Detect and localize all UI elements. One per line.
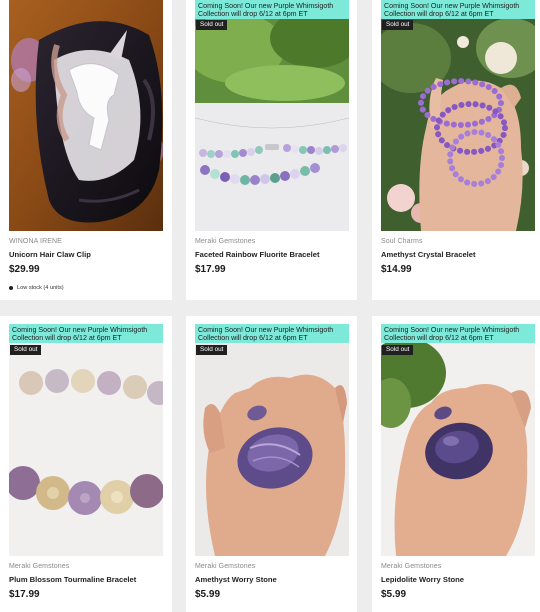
claw-clip-photo — [9, 0, 163, 231]
sold-out-badge: Sold out — [382, 20, 414, 30]
sold-out-badge: Sold out — [10, 345, 42, 355]
product-price: $17.99 — [195, 264, 226, 275]
product-card[interactable]: Coming Soon! Our new Purple Whimsigoth C… — [0, 316, 172, 612]
stock-label: Low stock (4 units) — [17, 285, 64, 291]
product-card[interactable]: Coming Soon! Our new Purple Whimsigoth C… — [372, 0, 540, 300]
product-title[interactable]: Faceted Rainbow Fluorite Bracelet — [195, 250, 319, 259]
product-vendor: Soul Charms — [381, 238, 423, 245]
product-price: $5.99 — [195, 589, 221, 600]
product-image[interactable]: Sold out — [9, 343, 163, 556]
product-price: $17.99 — [9, 589, 40, 600]
product-vendor: Meraki Gemstones — [9, 563, 70, 570]
sold-out-badge: Sold out — [382, 345, 414, 355]
promo-banner: Coming Soon! Our new Purple Whimsigoth C… — [381, 0, 535, 20]
product-image[interactable]: Sold out — [195, 343, 349, 556]
amethyst-stone-photo — [195, 343, 349, 556]
tourmaline-bracelet-photo — [9, 343, 163, 556]
amethyst-bracelet-photo — [381, 18, 535, 231]
sold-out-badge: Sold out — [196, 345, 228, 355]
product-image[interactable]: Sold out — [381, 343, 535, 556]
product-title[interactable]: Plum Blossom Tourmaline Bracelet — [9, 575, 136, 584]
product-title[interactable]: Lepidolite Worry Stone — [381, 575, 464, 584]
product-vendor: Meraki Gemstones — [381, 563, 442, 570]
product-vendor: Meraki Gemstones — [195, 563, 256, 570]
lepidolite-stone-photo — [381, 343, 535, 556]
product-vendor: WINONA IRENE — [9, 238, 62, 245]
product-title[interactable]: Amethyst Crystal Bracelet — [381, 250, 476, 259]
sold-out-badge: Sold out — [196, 20, 228, 30]
product-price: $29.99 — [9, 264, 40, 275]
promo-banner: Coming Soon! Our new Purple Whimsigoth C… — [195, 324, 349, 344]
stock-dot-icon — [9, 286, 13, 290]
stock-indicator: Low stock (4 units) — [9, 285, 64, 291]
product-card[interactable]: Coming Soon! Our new Purple Whimsigoth C… — [186, 316, 357, 612]
product-image[interactable] — [9, 0, 163, 231]
product-card[interactable]: Coming Soon! Our new Purple Whimsigoth C… — [372, 316, 540, 612]
product-price: $5.99 — [381, 589, 407, 600]
product-price: $14.99 — [381, 264, 412, 275]
promo-banner: Coming Soon! Our new Purple Whimsigoth C… — [381, 324, 535, 344]
promo-banner: Coming Soon! Our new Purple Whimsigoth C… — [9, 324, 163, 344]
product-card[interactable]: Coming Soon! Our new Purple Whimsigoth C… — [186, 0, 357, 300]
product-vendor: Meraki Gemstones — [195, 238, 256, 245]
fluorite-bracelet-photo — [195, 18, 349, 231]
product-title[interactable]: Amethyst Worry Stone — [195, 575, 277, 584]
promo-banner: Coming Soon! Our new Purple Whimsigoth C… — [195, 0, 349, 20]
product-card[interactable]: WINONA IRENE Unicorn Hair Claw Clip $29.… — [0, 0, 172, 300]
product-image[interactable]: Sold out — [381, 18, 535, 231]
product-title[interactable]: Unicorn Hair Claw Clip — [9, 250, 91, 259]
product-image[interactable]: Sold out — [195, 18, 349, 231]
